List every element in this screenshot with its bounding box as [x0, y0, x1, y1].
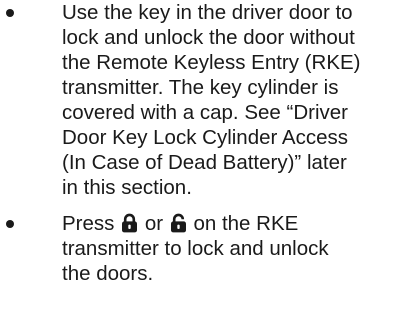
press-label: Press	[62, 212, 115, 235]
or-label: or	[144, 212, 164, 235]
text-line: in this section.	[62, 176, 192, 199]
text-line: transmitter. The key cylinder is	[62, 76, 339, 99]
text-line: Press or on the RKE	[62, 211, 398, 236]
text-line: the Remote Keyless Entry (RKE)	[62, 51, 361, 74]
bullet-text: Press or on the RKE transmitter to lock …	[62, 211, 398, 286]
lock-icon	[122, 213, 138, 233]
text-line: Use the key in the driver door to	[62, 1, 353, 24]
text-line: transmitter to lock and unlock	[62, 237, 329, 260]
unlock-icon	[170, 213, 186, 233]
text-line: lock and unlock the door without	[62, 26, 355, 49]
text-line: (In Case of Dead Battery)” later	[62, 151, 347, 174]
manual-page: Use the key in the driver door to lock a…	[0, 0, 401, 312]
text-line: the doors.	[62, 262, 154, 285]
text-line: covered with a cap. See “Driver	[62, 101, 348, 124]
bullet-dot	[6, 220, 14, 228]
text-line: Door Key Lock Cylinder Access	[62, 126, 348, 149]
bullet-text: Use the key in the driver door to lock a…	[62, 0, 398, 200]
bullet-dot	[6, 9, 14, 17]
rke-label: on the RKE	[193, 212, 299, 235]
